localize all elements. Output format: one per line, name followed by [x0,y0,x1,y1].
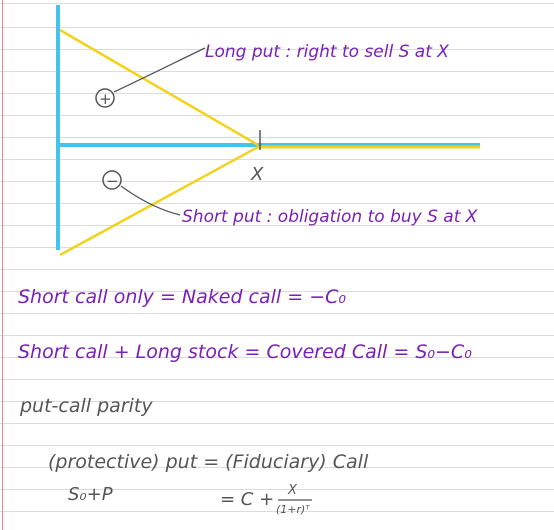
note-parity-title: put-call parity [19,395,153,417]
strike-label: X [250,164,264,185]
fraction-denominator: (1+r)ᵀ [276,503,310,516]
notebook-page: X + − Long put : right to sell S at X Sh… [0,0,554,530]
notes-block: Short call only = Naked call = −C₀ Short… [18,286,472,516]
note-parity-left: S₀+P [68,484,113,505]
fraction-numerator: X [287,483,298,498]
payoff-diagram: X + − Long put : right to sell S at X Sh… [56,5,480,257]
plus-symbol: + [99,90,112,108]
minus-symbol: − [106,172,119,190]
handwritten-notes-canvas: X + − Long put : right to sell S at X Sh… [18,5,480,516]
short-put-pointer [120,185,181,216]
note-covered-call: Short call + Long stock = Covered Call =… [18,341,472,363]
long-put-label: Long put : right to sell S at X [205,42,449,62]
note-naked-call: Short call only = Naked call = −C₀ [18,286,346,308]
note-parity-equation: (protective) put = (Fiduciary) Call [48,451,369,473]
note-parity-right: = C + [220,489,274,510]
short-put-label: Short put : obligation to buy S at X [182,207,478,227]
short-put-payoff-line [59,145,259,257]
